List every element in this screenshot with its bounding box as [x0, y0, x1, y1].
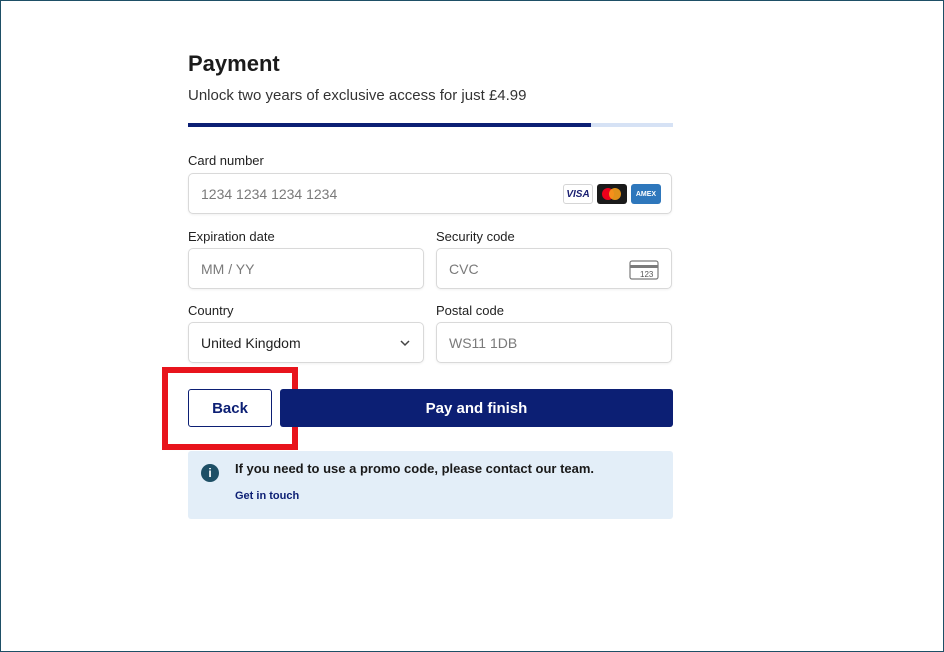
pay-and-finish-button[interactable]: Pay and finish	[280, 389, 673, 427]
card-cvc-icon: 123	[629, 260, 659, 280]
country-select[interactable]: United Kingdom	[188, 322, 424, 363]
country-value: United Kingdom	[201, 335, 301, 351]
security-code-label: Security code	[436, 229, 515, 244]
page-subtitle: Unlock two years of exclusive access for…	[188, 87, 527, 104]
page-title: Payment	[188, 51, 280, 76]
visa-icon: VISA	[563, 184, 593, 204]
mastercard-icon	[597, 184, 627, 204]
progress-bar-fill	[188, 123, 591, 127]
card-number-input[interactable]: 1234 1234 1234 1234 VISA AMEX	[188, 173, 672, 214]
amex-icon: AMEX	[631, 184, 661, 204]
security-code-placeholder: CVC	[449, 261, 479, 277]
card-number-label: Card number	[188, 153, 264, 168]
promo-info-text: If you need to use a promo code, please …	[235, 461, 595, 476]
info-icon: i	[201, 464, 219, 482]
back-button[interactable]: Back	[188, 389, 272, 427]
chevron-down-icon	[400, 340, 410, 347]
postal-code-input[interactable]: WS11 1DB	[436, 322, 672, 363]
postal-code-placeholder: WS11 1DB	[449, 335, 518, 351]
card-brands: VISA AMEX	[563, 184, 661, 204]
expiration-date-input[interactable]: MM / YY	[188, 248, 424, 289]
postal-code-label: Postal code	[436, 303, 504, 318]
expiration-date-label: Expiration date	[188, 229, 275, 244]
progress-bar	[188, 123, 673, 127]
card-number-placeholder: 1234 1234 1234 1234	[201, 186, 338, 202]
expiration-date-placeholder: MM / YY	[201, 261, 255, 277]
get-in-touch-link[interactable]: Get in touch	[235, 490, 299, 502]
country-label: Country	[188, 303, 234, 318]
cvc-icon-text: 123	[640, 270, 654, 279]
security-code-input[interactable]: CVC 123	[436, 248, 672, 289]
promo-info-box: i If you need to use a promo code, pleas…	[188, 451, 673, 519]
